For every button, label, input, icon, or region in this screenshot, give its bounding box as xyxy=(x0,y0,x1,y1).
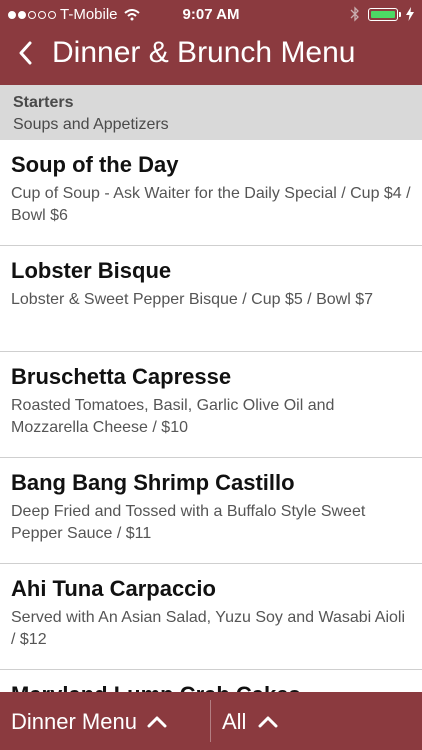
menu-item-name: Maryland Lump Crab Cakes xyxy=(11,681,412,692)
bluetooth-icon xyxy=(350,6,359,22)
menu-item[interactable]: Bruschetta Capresse Roasted Tomatoes, Ba… xyxy=(0,352,422,458)
bottom-toolbar: Dinner Menu All xyxy=(0,692,422,750)
menu-item-name: Bruschetta Capresse xyxy=(11,364,232,389)
charging-bolt-icon xyxy=(406,7,414,21)
menu-item-description: Served with An Asian Salad, Yuzu Soy and… xyxy=(11,609,406,648)
navigation-bar: Dinner & Brunch Menu xyxy=(0,34,422,78)
filter-selector-label: All xyxy=(222,709,247,734)
menu-item[interactable]: Maryland Lump Crab Cakes xyxy=(0,670,422,692)
menu-item-name: Soup of the Day xyxy=(11,152,179,177)
chevron-up-icon xyxy=(147,716,167,728)
top-bar: T-Mobile 9:07 AM Dinner & Brunch Menu xyxy=(0,0,422,85)
menu-item-name: Lobster Bisque xyxy=(11,258,172,283)
section-subtitle: Soups and Appetizers xyxy=(13,116,169,133)
battery-icon xyxy=(368,7,401,21)
menu-item[interactable]: Soup of the Day Cup of Soup - Ask Waiter… xyxy=(0,140,422,246)
menu-item-description: Cup of Soup - Ask Waiter for the Daily S… xyxy=(11,185,411,224)
menu-list[interactable]: Soup of the Day Cup of Soup - Ask Waiter… xyxy=(0,140,422,692)
filter-selector-button[interactable]: All xyxy=(222,709,278,735)
status-right xyxy=(350,6,414,22)
menu-item-description: Roasted Tomatoes, Basil, Garlic Olive Oi… xyxy=(11,397,335,436)
chevron-left-icon[interactable] xyxy=(18,40,32,66)
section-header: Starters Soups and Appetizers xyxy=(0,85,422,140)
toolbar-divider xyxy=(210,700,211,742)
menu-item[interactable]: Bang Bang Shrimp Castillo Deep Fried and… xyxy=(0,458,422,564)
menu-item-name: Ahi Tuna Carpaccio xyxy=(11,576,216,601)
section-title: Starters xyxy=(13,94,74,111)
menu-item-description: Deep Fried and Tossed with a Buffalo Sty… xyxy=(11,503,366,542)
menu-item-name: Bang Bang Shrimp Castillo xyxy=(11,470,295,495)
page-title: Dinner & Brunch Menu xyxy=(52,36,356,69)
menu-item[interactable]: Lobster Bisque Lobster & Sweet Pepper Bi… xyxy=(0,246,422,352)
status-bar: T-Mobile 9:07 AM xyxy=(0,0,422,30)
menu-item-description: Lobster & Sweet Pepper Bisque / Cup $5 /… xyxy=(11,291,373,308)
chevron-up-icon xyxy=(258,716,278,728)
menu-selector-label: Dinner Menu xyxy=(11,709,137,734)
menu-selector-button[interactable]: Dinner Menu xyxy=(11,709,167,735)
menu-item[interactable]: Ahi Tuna Carpaccio Served with An Asian … xyxy=(0,564,422,670)
